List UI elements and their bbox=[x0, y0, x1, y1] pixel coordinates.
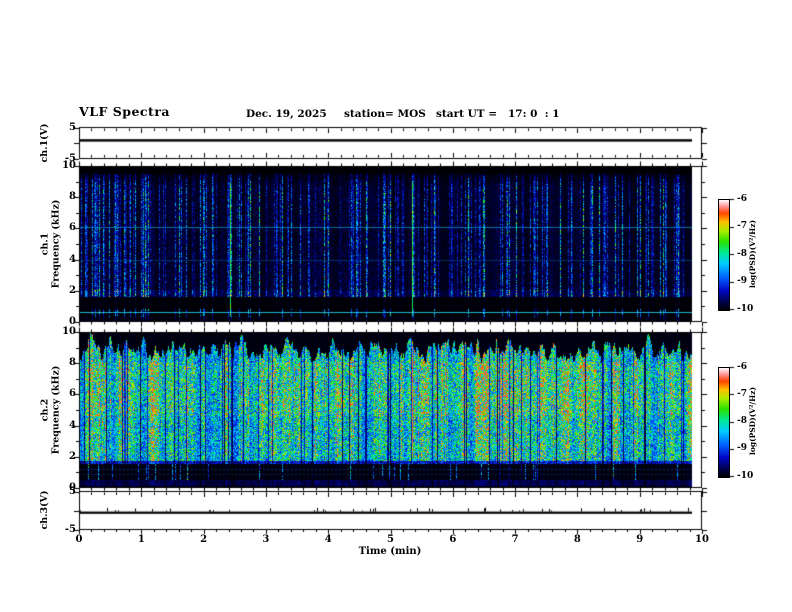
ch1-label-line1: ch.1 bbox=[39, 232, 51, 256]
ch1-label-line2: Frequency (kHz) bbox=[50, 199, 61, 289]
colorbar-tick-label: -6 bbox=[737, 193, 747, 204]
colorbar-ch2 bbox=[718, 367, 730, 478]
x-tick-label: 3 bbox=[262, 533, 270, 545]
ch2-frequency-axis-label: ch.2 Frequency (kHz) bbox=[39, 365, 62, 455]
y-tick-label: 2 bbox=[69, 450, 76, 462]
x-tick-label: 10 bbox=[695, 533, 709, 545]
vlf-spectra-page: { "chart_data": { "type": "heatmap", "ti… bbox=[0, 0, 792, 612]
y-tick-label: 5 bbox=[69, 121, 76, 133]
colorbar-tick-label: -10 bbox=[737, 303, 754, 314]
y-tick-label: 8 bbox=[69, 191, 76, 203]
x-tick-label: 8 bbox=[573, 533, 581, 545]
x-tick-label: 9 bbox=[636, 533, 644, 545]
ch3-voltage-axis-label: ch.3(V) bbox=[38, 490, 50, 530]
y-tick-label: 4 bbox=[69, 419, 76, 431]
x-tick-label: 1 bbox=[137, 533, 145, 545]
y-tick-label: 2 bbox=[69, 284, 76, 296]
colorbar-tick-label: -9 bbox=[737, 443, 747, 454]
colorbar-tick-label: -7 bbox=[737, 221, 747, 231]
time-axis-label: Time (min) bbox=[358, 546, 422, 557]
y-tick-label: 10 bbox=[62, 326, 76, 337]
colorbar-ch2-label: log(PSD)(V²/Hz) bbox=[748, 386, 757, 456]
header-start-ut: start UT = 17: 0 : 1 bbox=[436, 108, 560, 120]
x-tick-label: 7 bbox=[511, 533, 519, 545]
x-tick-label: 6 bbox=[449, 533, 457, 545]
y-tick-label: 6 bbox=[69, 222, 76, 234]
colorbar-tick-label: -10 bbox=[737, 470, 754, 481]
colorbar-tick-label: -6 bbox=[737, 361, 747, 372]
x-tick-label: 0 bbox=[75, 533, 83, 545]
colorbar-tick-label: -9 bbox=[737, 276, 747, 286]
y-tick-label: 10 bbox=[62, 160, 76, 171]
x-tick-label: 2 bbox=[200, 533, 208, 545]
x-tick-label: 5 bbox=[387, 533, 394, 545]
y-tick-label: 4 bbox=[69, 253, 76, 265]
y-tick-label: -5 bbox=[64, 523, 76, 535]
x-tick-label: 4 bbox=[324, 533, 332, 545]
header-date: Dec. 19, 2025 bbox=[246, 108, 327, 120]
ch2-label-line1: ch.2 bbox=[39, 398, 51, 422]
y-tick-label: 5 bbox=[69, 485, 76, 497]
colorbar-ch1 bbox=[718, 199, 730, 311]
ch1-frequency-axis-label: ch.1 Frequency (kHz) bbox=[39, 199, 62, 289]
page-title: VLF Spectra bbox=[79, 104, 171, 119]
header-station: station= MOS bbox=[344, 108, 426, 120]
y-tick-label: 8 bbox=[69, 357, 76, 369]
colorbar-tick-label: -8 bbox=[737, 248, 747, 259]
colorbar-ch1-label: log(PSD)(V²/Hz) bbox=[748, 219, 757, 289]
colorbar-tick-label: -8 bbox=[737, 416, 747, 426]
ch2-label-line2: Frequency (kHz) bbox=[50, 365, 61, 455]
colorbar-tick-label: -7 bbox=[737, 388, 747, 399]
ch1-voltage-axis-label: ch.1(V) bbox=[38, 123, 50, 163]
plot-canvas bbox=[0, 0, 792, 612]
y-tick-label: 6 bbox=[69, 388, 76, 400]
